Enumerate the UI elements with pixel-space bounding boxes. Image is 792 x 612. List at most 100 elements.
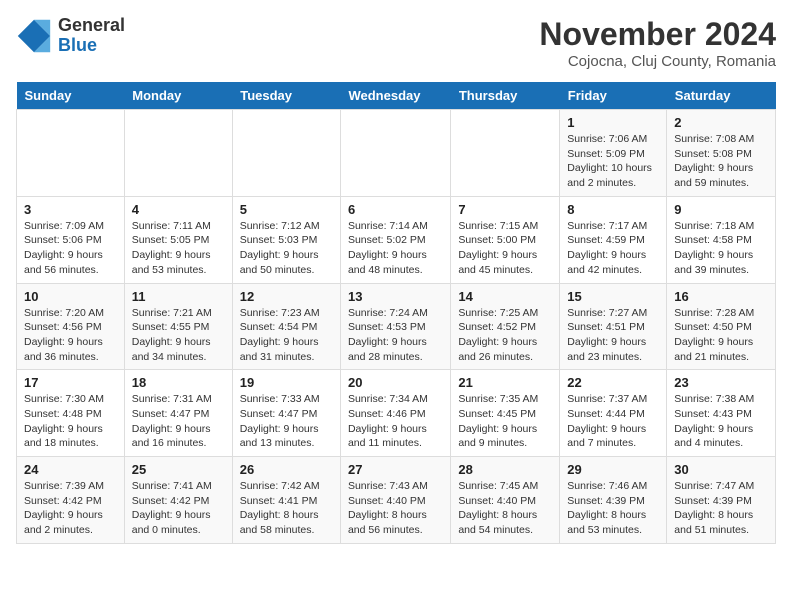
day-number: 12 — [240, 289, 333, 304]
day-number: 13 — [348, 289, 443, 304]
calendar-cell: 8 Sunrise: 7:17 AMSunset: 4:59 PMDaylight… — [560, 196, 667, 283]
calendar-cell: 25Sunrise: 7:41 AMSunset: 4:42 PMDayligh… — [124, 457, 232, 544]
day-info: Sunrise: 7:24 AMSunset: 4:53 PMDaylight:… — [348, 306, 443, 365]
calendar-cell: 23 Sunrise: 7:38 AMSunset: 4:43 PMDayligh… — [667, 370, 776, 457]
day-info: Sunrise: 7:12 AMSunset: 5:03 PMDaylight:… — [240, 219, 333, 278]
day-number: 19 — [240, 375, 333, 390]
day-number: 20 — [348, 375, 443, 390]
day-info: Sunrise: 7:30 AMSunset: 4:48 PMDaylight:… — [24, 392, 117, 451]
calendar-cell: 22 Sunrise: 7:37 AMSunset: 4:44 PMDayligh… — [560, 370, 667, 457]
calendar-cell: 1 Sunrise: 7:06 AMSunset: 5:09 PMDaylight… — [560, 110, 667, 197]
day-info: Sunrise: 7:11 AMSunset: 5:05 PMDaylight:… — [132, 219, 225, 278]
day-number: 8 — [567, 202, 659, 217]
weekday-header-wednesday: Wednesday — [340, 82, 450, 110]
day-number: 29 — [567, 462, 659, 477]
day-number: 7 — [458, 202, 552, 217]
day-info: Sunrise: 7:43 AMSunset: 4:40 PMDaylight:… — [348, 479, 443, 538]
day-info: Sunrise: 7:33 AMSunset: 4:47 PMDaylight:… — [240, 392, 333, 451]
calendar-week-1: 1 Sunrise: 7:06 AMSunset: 5:09 PMDaylight… — [17, 110, 776, 197]
calendar-cell: 24Sunrise: 7:39 AMSunset: 4:42 PMDayligh… — [17, 457, 125, 544]
logo: General Blue — [16, 16, 125, 56]
calendar-cell: 13 Sunrise: 7:24 AMSunset: 4:53 PMDayligh… — [340, 283, 450, 370]
day-info: Sunrise: 7:34 AMSunset: 4:46 PMDaylight:… — [348, 392, 443, 451]
calendar-cell — [451, 110, 560, 197]
day-info: Sunrise: 7:41 AMSunset: 4:42 PMDaylight:… — [132, 479, 225, 538]
calendar-cell: 12 Sunrise: 7:23 AMSunset: 4:54 PMDayligh… — [232, 283, 340, 370]
day-number: 18 — [132, 375, 225, 390]
day-number: 14 — [458, 289, 552, 304]
day-info: Sunrise: 7:28 AMSunset: 4:50 PMDaylight:… — [674, 306, 768, 365]
calendar-cell: 30 Sunrise: 7:47 AMSunset: 4:39 PMDayligh… — [667, 457, 776, 544]
day-info: Sunrise: 7:27 AMSunset: 4:51 PMDaylight:… — [567, 306, 659, 365]
calendar-week-4: 17Sunrise: 7:30 AMSunset: 4:48 PMDayligh… — [17, 370, 776, 457]
calendar-cell: 20 Sunrise: 7:34 AMSunset: 4:46 PMDayligh… — [340, 370, 450, 457]
day-info: Sunrise: 7:14 AMSunset: 5:02 PMDaylight:… — [348, 219, 443, 278]
calendar-header: SundayMondayTuesdayWednesdayThursdayFrid… — [17, 82, 776, 110]
calendar-week-2: 3Sunrise: 7:09 AMSunset: 5:06 PMDaylight… — [17, 196, 776, 283]
day-info: Sunrise: 7:20 AMSunset: 4:56 PMDaylight:… — [24, 306, 117, 365]
calendar-cell: 21Sunrise: 7:35 AMSunset: 4:45 PMDayligh… — [451, 370, 560, 457]
day-info: Sunrise: 7:09 AMSunset: 5:06 PMDaylight:… — [24, 219, 117, 278]
calendar-cell: 7 Sunrise: 7:15 AMSunset: 5:00 PMDaylight… — [451, 196, 560, 283]
weekday-header-monday: Monday — [124, 82, 232, 110]
day-number: 27 — [348, 462, 443, 477]
day-number: 16 — [674, 289, 768, 304]
day-info: Sunrise: 7:45 AMSunset: 4:40 PMDaylight:… — [458, 479, 552, 538]
day-info: Sunrise: 7:06 AMSunset: 5:09 PMDaylight:… — [567, 132, 659, 191]
day-number: 28 — [458, 462, 552, 477]
calendar-cell — [232, 110, 340, 197]
day-number: 24 — [24, 462, 117, 477]
calendar-table: SundayMondayTuesdayWednesdayThursdayFrid… — [16, 82, 776, 544]
day-number: 9 — [674, 202, 768, 217]
day-number: 22 — [567, 375, 659, 390]
calendar-cell — [124, 110, 232, 197]
month-title: November 2024 — [539, 16, 776, 53]
day-info: Sunrise: 7:25 AMSunset: 4:52 PMDaylight:… — [458, 306, 552, 365]
day-number: 23 — [674, 375, 768, 390]
calendar-cell: 6 Sunrise: 7:14 AMSunset: 5:02 PMDaylight… — [340, 196, 450, 283]
day-number: 26 — [240, 462, 333, 477]
page-header: General Blue November 2024 Cojocna, Cluj… — [16, 16, 776, 70]
day-info: Sunrise: 7:08 AMSunset: 5:08 PMDaylight:… — [674, 132, 768, 191]
calendar-cell: 28 Sunrise: 7:45 AMSunset: 4:40 PMDayligh… — [451, 457, 560, 544]
calendar-cell: 17Sunrise: 7:30 AMSunset: 4:48 PMDayligh… — [17, 370, 125, 457]
day-info: Sunrise: 7:21 AMSunset: 4:55 PMDaylight:… — [132, 306, 225, 365]
day-info: Sunrise: 7:37 AMSunset: 4:44 PMDaylight:… — [567, 392, 659, 451]
day-info: Sunrise: 7:46 AMSunset: 4:39 PMDaylight:… — [567, 479, 659, 538]
calendar-cell: 2 Sunrise: 7:08 AMSunset: 5:08 PMDaylight… — [667, 110, 776, 197]
title-area: November 2024 Cojocna, Cluj County, Roma… — [539, 16, 776, 70]
day-info: Sunrise: 7:17 AMSunset: 4:59 PMDaylight:… — [567, 219, 659, 278]
calendar-cell: 19 Sunrise: 7:33 AMSunset: 4:47 PMDayligh… — [232, 370, 340, 457]
calendar-cell: 14 Sunrise: 7:25 AMSunset: 4:52 PMDayligh… — [451, 283, 560, 370]
calendar-week-3: 10Sunrise: 7:20 AMSunset: 4:56 PMDayligh… — [17, 283, 776, 370]
calendar-cell: 15 Sunrise: 7:27 AMSunset: 4:51 PMDayligh… — [560, 283, 667, 370]
day-number: 30 — [674, 462, 768, 477]
calendar-cell: 27 Sunrise: 7:43 AMSunset: 4:40 PMDayligh… — [340, 457, 450, 544]
calendar-cell: 18Sunrise: 7:31 AMSunset: 4:47 PMDayligh… — [124, 370, 232, 457]
day-info: Sunrise: 7:23 AMSunset: 4:54 PMDaylight:… — [240, 306, 333, 365]
location-subtitle: Cojocna, Cluj County, Romania — [539, 53, 776, 70]
day-number: 6 — [348, 202, 443, 217]
day-number: 5 — [240, 202, 333, 217]
day-number: 11 — [132, 289, 225, 304]
day-info: Sunrise: 7:47 AMSunset: 4:39 PMDaylight:… — [674, 479, 768, 538]
day-info: Sunrise: 7:15 AMSunset: 5:00 PMDaylight:… — [458, 219, 552, 278]
day-number: 1 — [567, 115, 659, 130]
calendar-week-5: 24Sunrise: 7:39 AMSunset: 4:42 PMDayligh… — [17, 457, 776, 544]
day-info: Sunrise: 7:35 AMSunset: 4:45 PMDaylight:… — [458, 392, 552, 451]
calendar-cell: 3Sunrise: 7:09 AMSunset: 5:06 PMDaylight… — [17, 196, 125, 283]
day-number: 2 — [674, 115, 768, 130]
calendar-cell — [17, 110, 125, 197]
weekday-header-thursday: Thursday — [451, 82, 560, 110]
calendar-cell — [340, 110, 450, 197]
calendar-body: 1 Sunrise: 7:06 AMSunset: 5:09 PMDaylight… — [17, 110, 776, 544]
day-number: 15 — [567, 289, 659, 304]
calendar-cell: 4Sunrise: 7:11 AMSunset: 5:05 PMDaylight… — [124, 196, 232, 283]
weekday-header-tuesday: Tuesday — [232, 82, 340, 110]
day-info: Sunrise: 7:38 AMSunset: 4:43 PMDaylight:… — [674, 392, 768, 451]
calendar-cell: 29 Sunrise: 7:46 AMSunset: 4:39 PMDayligh… — [560, 457, 667, 544]
calendar-cell: 9Sunrise: 7:18 AMSunset: 4:58 PMDaylight… — [667, 196, 776, 283]
calendar-cell: 10Sunrise: 7:20 AMSunset: 4:56 PMDayligh… — [17, 283, 125, 370]
weekday-header-saturday: Saturday — [667, 82, 776, 110]
calendar-cell: 11 Sunrise: 7:21 AMSunset: 4:55 PMDayligh… — [124, 283, 232, 370]
